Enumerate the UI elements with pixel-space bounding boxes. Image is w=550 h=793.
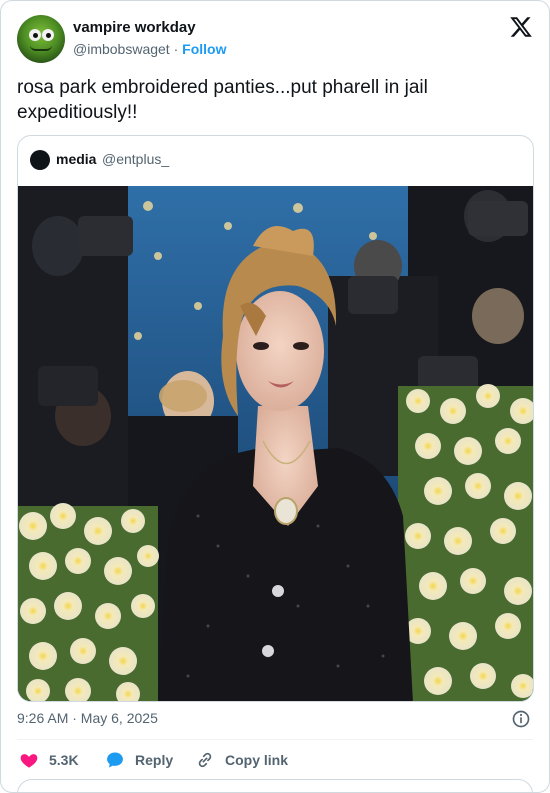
quoted-photo[interactable]	[18, 186, 534, 702]
avatar-eye-left	[29, 29, 41, 41]
quoted-tweet[interactable]: media @entplus_	[17, 135, 534, 702]
author-name[interactable]: vampire workday	[73, 19, 196, 36]
avatar-eye-right	[42, 29, 54, 41]
quoted-avatar	[30, 150, 50, 170]
x-logo-icon[interactable]	[509, 15, 533, 39]
info-icon[interactable]	[511, 709, 531, 729]
tweet-header: vampire workday @imbobswaget · Follow	[17, 15, 533, 63]
link-icon	[198, 752, 212, 768]
copy-link-label: Copy link	[225, 752, 289, 768]
reply-label: Reply	[135, 752, 174, 768]
heart-icon	[20, 754, 38, 768]
tweet-timestamp[interactable]: 9:26 AM · May 6, 2025	[17, 710, 158, 726]
like-count: 5.3K	[49, 752, 79, 768]
author-avatar[interactable]	[17, 15, 65, 63]
quoted-handle: @entplus_	[102, 151, 170, 167]
tweet-embed-card: vampire workday @imbobswaget · Follow ro…	[0, 0, 550, 793]
avatar-mouth	[30, 45, 52, 51]
divider	[17, 739, 533, 740]
follow-button[interactable]: Follow	[182, 41, 226, 57]
read-more-pill[interactable]	[17, 779, 533, 792]
like-button[interactable]: 5.3K	[19, 749, 79, 771]
speech-bubble-icon	[107, 752, 123, 768]
quoted-name: media	[56, 151, 97, 167]
tweet-text: rosa park embroidered panties...put phar…	[17, 77, 428, 123]
reply-button[interactable]: Reply	[105, 749, 173, 771]
author-handle[interactable]: @imbobswaget	[73, 41, 170, 57]
author-handle-row: @imbobswaget · Follow	[73, 41, 226, 57]
copy-link-button[interactable]: Copy link	[195, 749, 288, 771]
handle-separator: ·	[173, 41, 179, 57]
